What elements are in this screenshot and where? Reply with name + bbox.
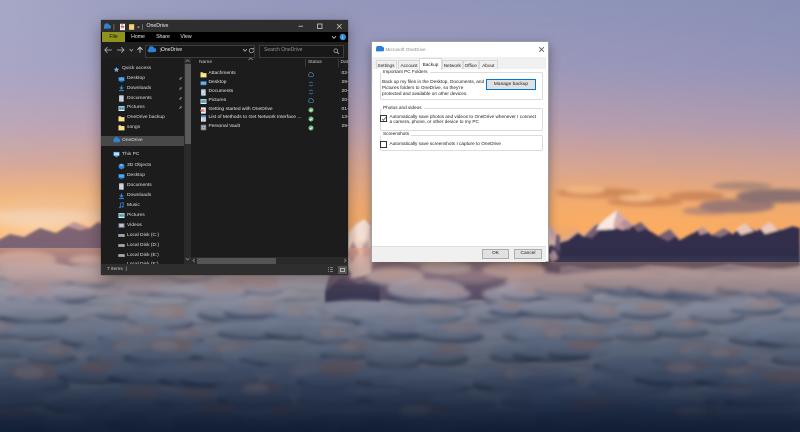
- svg-text:PDF: PDF: [200, 109, 205, 112]
